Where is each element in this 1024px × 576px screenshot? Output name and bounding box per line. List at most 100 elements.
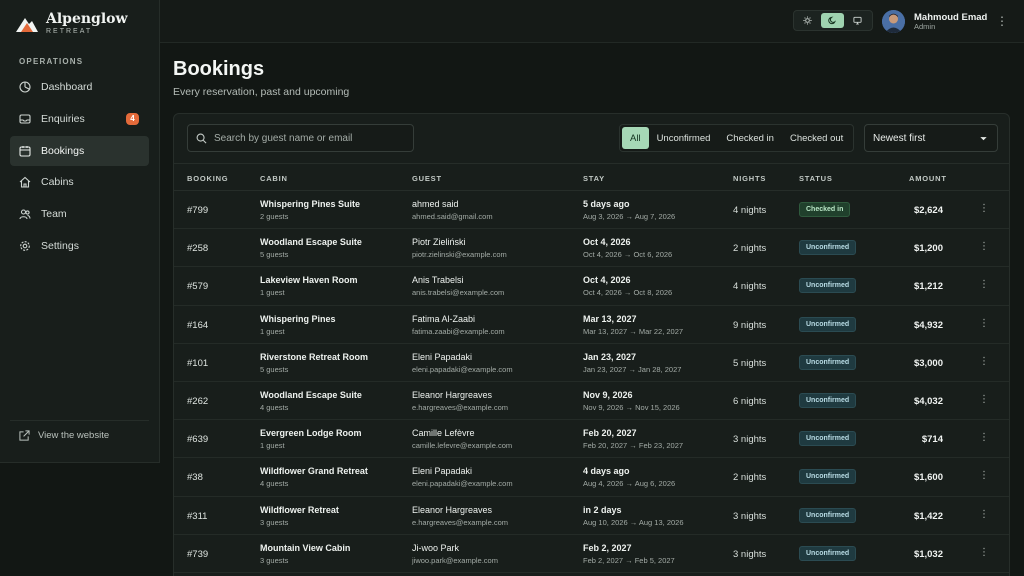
guest-name: Fatima Al-Zaabi <box>412 313 476 324</box>
cabin-name: Whispering Pines Suite <box>260 199 361 209</box>
sort-value: Newest first <box>873 132 926 144</box>
header-status[interactable]: STATUS <box>799 174 833 183</box>
cabin-name: Mountain View Cabin <box>260 542 351 553</box>
nights-count: 5 nights <box>733 357 767 369</box>
inbox-icon <box>19 113 31 125</box>
chevron-down-icon <box>980 137 987 141</box>
header-amount[interactable]: AMOUNT <box>909 174 947 183</box>
sidebar-item-enquiries[interactable]: Enquiries 4 <box>10 104 149 134</box>
stay-cell: Jan 23, 2027 Jan 23, 2027 → Jan 28, 2027 <box>583 352 681 374</box>
filter-checked-out[interactable]: Checked out <box>782 127 851 149</box>
table-row[interactable]: #262 Woodland Escape Suite 4 guests Elea… <box>174 382 1009 421</box>
guest-name: Eleni Papadaki <box>412 351 473 362</box>
booking-id: #579 <box>187 281 209 293</box>
stay-relative: Feb 20, 2027 <box>583 428 637 439</box>
search-icon <box>196 133 207 143</box>
topbar: Mahmoud Emad Admin ⋮ <box>160 0 1024 43</box>
sidebar-item-team[interactable]: Team <box>10 199 149 229</box>
stay-cell: Oct 4, 2026 Oct 4, 2026 → Oct 6, 2026 <box>583 237 672 259</box>
row-menu-icon[interactable]: ⋮ <box>979 509 989 520</box>
theme-light-button[interactable] <box>796 13 820 28</box>
table-row[interactable]: #799 Whispering Pines Suite 2 guests ahm… <box>174 191 1009 230</box>
table-row[interactable]: #639 Evergreen Lodge Room 1 guest Camill… <box>174 420 1009 459</box>
calendar-icon <box>19 145 31 157</box>
cabin-cell: Whispering Pines 1 guest <box>260 314 336 336</box>
table-row[interactable]: #311 Wildflower Retreat 3 guests Eleanor… <box>174 497 1009 535</box>
user-role: Admin <box>914 22 936 31</box>
guest-email: fatima.zaabi@example.com <box>412 326 505 336</box>
cabin-cell: Mountain View Cabin 3 guests <box>260 543 350 565</box>
brand-logo[interactable]: Alpenglow RETREAT <box>16 12 128 35</box>
stay-relative: Nov 9, 2026 <box>583 389 633 400</box>
page-subtitle: Every reservation, past and upcoming <box>173 86 350 98</box>
guest-cell: Ji-woo Park jiwoo.park@example.com <box>412 543 498 565</box>
filter-unconfirmed[interactable]: Unconfirmed <box>649 127 719 149</box>
table-row[interactable]: #38 Wildflower Grand Retreat 4 guests El… <box>174 458 1009 497</box>
table-row[interactable]: #101 Riverstone Retreat Room 5 guests El… <box>174 344 1009 382</box>
header-guest[interactable]: GUEST <box>412 174 442 183</box>
sort-select[interactable]: Newest first <box>864 124 998 152</box>
more-vertical-icon[interactable]: ⋮ <box>996 14 1008 28</box>
booking-id: #101 <box>187 357 209 369</box>
sidebar: Alpenglow RETREAT OPERATIONS Dashboard E… <box>0 0 160 463</box>
sidebar-item-cabins[interactable]: Cabins <box>10 167 149 197</box>
nights-count: 9 nights <box>733 319 767 331</box>
sidebar-item-dashboard[interactable]: Dashboard <box>10 72 149 102</box>
booking-amount: $3,000 <box>913 357 943 369</box>
guest-count: 3 guests <box>260 555 289 565</box>
mountain-logo-icon <box>16 14 38 34</box>
row-menu-icon[interactable]: ⋮ <box>979 394 989 405</box>
view-website-link[interactable]: View the website <box>19 430 109 441</box>
table-row[interactable]: #258 Woodland Escape Suite 5 guests Piot… <box>174 229 1009 268</box>
avatar[interactable] <box>882 10 905 33</box>
sidebar-item-label: Settings <box>41 239 79 252</box>
booking-amount: $1,212 <box>913 281 943 293</box>
guest-email: eleni.papadaki@example.com <box>412 364 513 374</box>
guest-cell: Eleanor Hargreaves e.hargreaves@example.… <box>412 390 508 412</box>
table-row[interactable]: #579 Lakeview Haven Room 1 guest Anis Tr… <box>174 267 1009 306</box>
header-cabin[interactable]: CABIN <box>260 174 288 183</box>
search-field <box>187 124 414 152</box>
guest-email: e.hargreaves@example.com <box>412 402 508 412</box>
filter-all[interactable]: All <box>622 127 649 149</box>
stay-cell: Nov 9, 2026 Nov 9, 2026 → Nov 15, 2026 <box>583 390 680 412</box>
header-stay[interactable]: STAY <box>583 174 605 183</box>
guest-name: Eleanor Hargreaves <box>412 389 493 400</box>
nights-count: 2 nights <box>733 472 767 484</box>
sidebar-item-settings[interactable]: Settings <box>10 231 149 261</box>
theme-system-button[interactable] <box>845 13 869 28</box>
booking-amount: $714 <box>921 434 943 446</box>
row-menu-icon[interactable]: ⋮ <box>979 470 989 481</box>
row-menu-icon[interactable]: ⋮ <box>979 547 989 558</box>
sidebar-item-bookings[interactable]: Bookings <box>10 135 149 166</box>
row-menu-icon[interactable]: ⋮ <box>979 203 989 214</box>
booking-id: #311 <box>187 510 208 522</box>
row-menu-icon[interactable]: ⋮ <box>979 432 989 443</box>
stay-range: Oct 4, 2026 → Oct 8, 2026 <box>583 288 673 298</box>
booking-id: #258 <box>187 243 209 255</box>
brand-name: Alpenglow <box>46 11 128 27</box>
header-nights[interactable]: NIGHTS <box>733 174 766 183</box>
cabin-name: Woodland Escape Suite <box>260 237 362 248</box>
table-row[interactable]: #739 Mountain View Cabin 3 guests Ji-woo… <box>174 535 1009 573</box>
search-input[interactable] <box>214 132 404 144</box>
table-row[interactable]: #164 Whispering Pines 1 guest Fatima Al-… <box>174 306 1009 344</box>
row-menu-icon[interactable]: ⋮ <box>979 279 989 290</box>
stay-relative: Oct 4, 2026 <box>583 237 631 248</box>
row-menu-icon[interactable]: ⋮ <box>979 356 989 367</box>
nights-count: 3 nights <box>733 548 767 560</box>
stay-cell: Oct 4, 2026 Oct 4, 2026 → Oct 8, 2026 <box>583 275 672 297</box>
status-filter-group: All Unconfirmed Checked in Checked out <box>619 124 855 152</box>
theme-dark-button[interactable] <box>820 13 845 28</box>
row-menu-icon[interactable]: ⋮ <box>979 318 989 329</box>
home-icon <box>19 176 31 188</box>
sidebar-item-label: Team <box>41 208 67 221</box>
booking-id: #739 <box>187 548 209 560</box>
stay-relative: 5 days ago <box>583 199 630 209</box>
nights-count: 3 nights <box>733 434 767 446</box>
enquiries-count-badge: 4 <box>126 112 139 125</box>
filter-checked-in[interactable]: Checked in <box>718 127 782 149</box>
guest-count: 5 guests <box>260 250 289 260</box>
row-menu-icon[interactable]: ⋮ <box>979 241 989 252</box>
header-booking[interactable]: BOOKING <box>187 174 228 183</box>
